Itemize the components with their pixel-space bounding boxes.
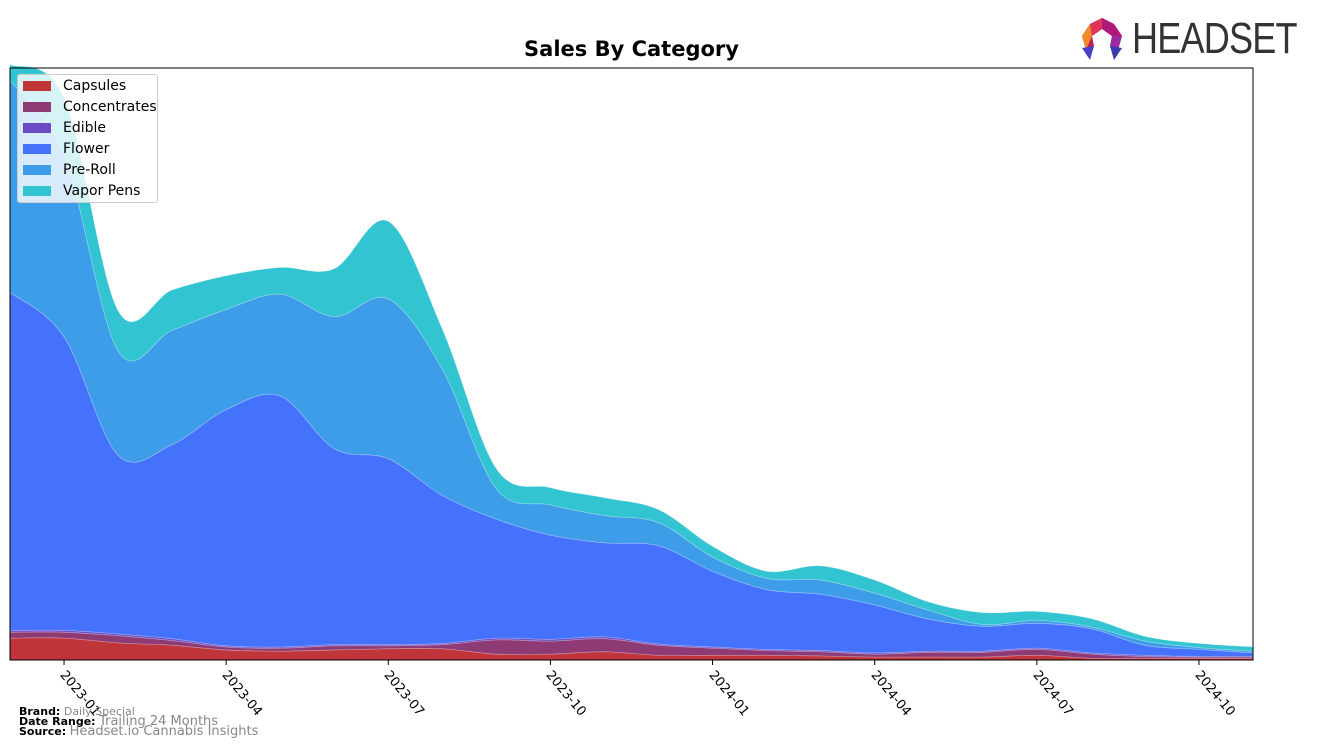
- legend-item-capsules: Capsules: [23, 76, 126, 96]
- logo-text: HEADSET: [1132, 14, 1297, 63]
- footer-source: Source: Headset.io Cannabis Insights: [19, 724, 259, 739]
- legend-swatch-pre-roll: [23, 165, 51, 175]
- x-axis-ticks: [63, 660, 1200, 665]
- headset-logo-icon: [1082, 18, 1122, 60]
- legend-swatch-vapor-pens: [23, 186, 51, 196]
- legend: Capsules Concentrates Edible Flower Pre-…: [17, 74, 158, 203]
- source-value: Headset.io Cannabis Insights: [69, 724, 259, 739]
- chart-title: Sales By Category: [524, 37, 739, 61]
- legend-label: Pre-Roll: [63, 162, 116, 178]
- legend-label: Concentrates: [63, 99, 157, 115]
- legend-label: Flower: [63, 141, 110, 157]
- legend-swatch-edible: [23, 123, 51, 133]
- headset-logo: HEADSET: [1078, 14, 1317, 64]
- legend-label: Vapor Pens: [63, 183, 141, 199]
- legend-label: Capsules: [63, 78, 127, 94]
- legend-label: Edible: [63, 120, 107, 136]
- legend-item-edible: Edible: [23, 118, 106, 138]
- area-layers: [9, 63, 1254, 661]
- legend-item-pre-roll: Pre-Roll: [23, 160, 116, 180]
- legend-swatch-concentrates: [23, 102, 51, 112]
- chart-plot: [9, 63, 1254, 665]
- legend-item-concentrates: Concentrates: [23, 97, 157, 117]
- legend-item-flower: Flower: [23, 139, 109, 159]
- legend-swatch-flower: [23, 144, 51, 154]
- legend-swatch-capsules: [23, 81, 51, 91]
- source-label: Source:: [19, 725, 67, 738]
- legend-item-vapor-pens: Vapor Pens: [23, 181, 140, 201]
